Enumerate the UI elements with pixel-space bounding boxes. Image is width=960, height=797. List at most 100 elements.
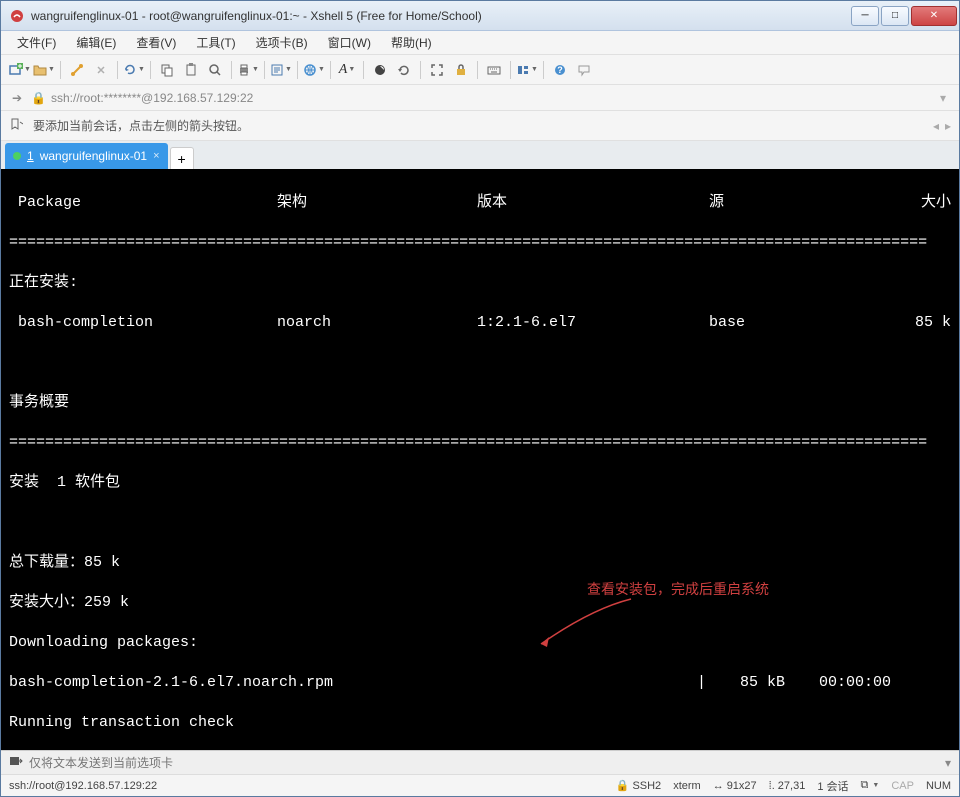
- hintbar: 要添加当前会话，点击左侧的箭头按钮。 ◂ ▸: [1, 111, 959, 141]
- menu-view[interactable]: 查看(V): [128, 32, 184, 53]
- downloading: Downloading packages:: [9, 633, 951, 653]
- connect-icon[interactable]: [66, 59, 88, 81]
- hint-prev-icon[interactable]: ◂: [933, 119, 939, 133]
- addressbar: ➔ 🔒 ssh://root:********@192.168.57.129:2…: [1, 85, 959, 111]
- ssl-lock-icon: 🔒: [31, 91, 45, 105]
- status-expand-icon[interactable]: ⧉ ▼: [861, 779, 880, 792]
- fullscreen-icon[interactable]: [426, 59, 448, 81]
- globe-icon[interactable]: ▼: [303, 59, 325, 81]
- rule-line: ========================================…: [9, 233, 951, 253]
- menu-options[interactable]: 选项卡(B): [248, 32, 316, 53]
- help-icon[interactable]: ?: [549, 59, 571, 81]
- menu-tools[interactable]: 工具(T): [188, 32, 243, 53]
- color-icon[interactable]: [369, 59, 391, 81]
- separator: [420, 61, 421, 79]
- layout-icon[interactable]: ▼: [516, 59, 538, 81]
- status-conn: ssh://root@192.168.57.129:22: [9, 780, 604, 792]
- address-text[interactable]: ssh://root:********@192.168.57.129:22: [51, 91, 929, 105]
- font-icon[interactable]: A▼: [336, 59, 358, 81]
- dl-bar: |: [697, 673, 713, 693]
- inputbar-dropdown-icon[interactable]: ▾: [945, 756, 951, 770]
- terminal[interactable]: Package架构版本源大小 =========================…: [1, 169, 959, 750]
- tabbar: 1 wangruifenglinux-01 × +: [1, 141, 959, 169]
- status-term: xterm: [673, 780, 701, 792]
- command-input[interactable]: [29, 756, 939, 770]
- tab-index: 1: [27, 149, 34, 163]
- refresh-icon[interactable]: [393, 59, 415, 81]
- connected-indicator-icon: [13, 152, 21, 160]
- status-size: ↔ 91x27: [713, 780, 757, 792]
- session-tab[interactable]: 1 wangruifenglinux-01 ×: [5, 143, 168, 169]
- dl-time: 00:00:00: [785, 673, 951, 693]
- close-tab-icon[interactable]: ×: [153, 150, 159, 162]
- dl-size: 85 kB: [713, 673, 785, 693]
- bookmark-icon[interactable]: [9, 117, 25, 134]
- menu-window[interactable]: 窗口(W): [320, 32, 379, 53]
- summary-label: 事务概要: [9, 393, 951, 413]
- paste-icon[interactable]: [180, 59, 202, 81]
- back-arrow-icon[interactable]: ➔: [9, 91, 25, 105]
- close-button[interactable]: ✕: [911, 6, 957, 26]
- menu-help[interactable]: 帮助(H): [383, 32, 440, 53]
- statusbar: ssh://root@192.168.57.129:22 🔒SSH2 xterm…: [1, 774, 959, 796]
- th-package: Package: [9, 193, 277, 213]
- send-icon[interactable]: [9, 754, 23, 771]
- separator: [510, 61, 511, 79]
- resize-icon: ↔: [713, 780, 724, 792]
- pkg-source: base: [709, 313, 871, 333]
- separator: [231, 61, 232, 79]
- find-icon[interactable]: [204, 59, 226, 81]
- th-source: 源: [709, 193, 871, 213]
- separator: [543, 61, 544, 79]
- menubar: 文件(F) 编辑(E) 查看(V) 工具(T) 选项卡(B) 窗口(W) 帮助(…: [1, 31, 959, 55]
- add-tab-button[interactable]: +: [170, 147, 194, 169]
- maximize-button[interactable]: □: [881, 6, 909, 26]
- menu-file[interactable]: 文件(F): [9, 32, 64, 53]
- dropdown-icon[interactable]: ▾: [935, 91, 951, 105]
- toolbar: ▼ ▼ ▼ ▼ ▼ ▼ A▼ ▼ ?: [1, 55, 959, 85]
- install-size: 安装大小：259 k: [9, 593, 951, 613]
- lock-small-icon: 🔒: [616, 779, 630, 792]
- pkg-arch: noarch: [277, 313, 477, 333]
- separator: [60, 61, 61, 79]
- disconnect-icon[interactable]: [90, 59, 112, 81]
- reconnect-icon[interactable]: ▼: [123, 59, 145, 81]
- app-icon: [9, 8, 25, 24]
- hint-nav: ◂ ▸: [933, 119, 951, 133]
- minimize-button[interactable]: ─: [851, 6, 879, 26]
- pkg-name: bash-completion: [9, 313, 277, 333]
- th-arch: 架构: [277, 193, 477, 213]
- separator: [150, 61, 151, 79]
- pkg-size: 85 k: [871, 313, 951, 333]
- new-session-icon[interactable]: ▼: [9, 59, 31, 81]
- separator: [330, 61, 331, 79]
- status-ssh: 🔒SSH2: [616, 779, 661, 792]
- app-window: wangruifenglinux-01 - root@wangruifengli…: [0, 0, 960, 797]
- inputbar: ▾: [1, 750, 959, 774]
- titlebar: wangruifenglinux-01 - root@wangruifengli…: [1, 1, 959, 31]
- print-icon[interactable]: ▼: [237, 59, 259, 81]
- copy-icon[interactable]: [156, 59, 178, 81]
- menu-edit[interactable]: 编辑(E): [68, 32, 124, 53]
- svg-text:?: ?: [557, 65, 563, 75]
- dl-name: bash-completion-2.1-6.el7.noarch.rpm: [9, 673, 697, 693]
- hint-text: 要添加当前会话，点击左侧的箭头按钮。: [33, 117, 249, 134]
- hint-next-icon[interactable]: ▸: [945, 119, 951, 133]
- open-folder-icon[interactable]: ▼: [33, 59, 55, 81]
- separator: [117, 61, 118, 79]
- status-sessions: 1 会话: [817, 778, 848, 794]
- separator: [297, 61, 298, 79]
- blank: [9, 353, 951, 373]
- th-version: 版本: [477, 193, 709, 213]
- install-count: 安装 1 软件包: [9, 473, 951, 493]
- dl-total: 总下载量：85 k: [9, 553, 951, 573]
- status-num: NUM: [926, 780, 951, 792]
- separator: [363, 61, 364, 79]
- rule-line: ========================================…: [9, 433, 951, 453]
- window-controls: ─ □ ✕: [851, 6, 957, 26]
- properties-icon[interactable]: ▼: [270, 59, 292, 81]
- chat-icon[interactable]: [573, 59, 595, 81]
- separator: [264, 61, 265, 79]
- lock-icon[interactable]: [450, 59, 472, 81]
- keyboard-icon[interactable]: [483, 59, 505, 81]
